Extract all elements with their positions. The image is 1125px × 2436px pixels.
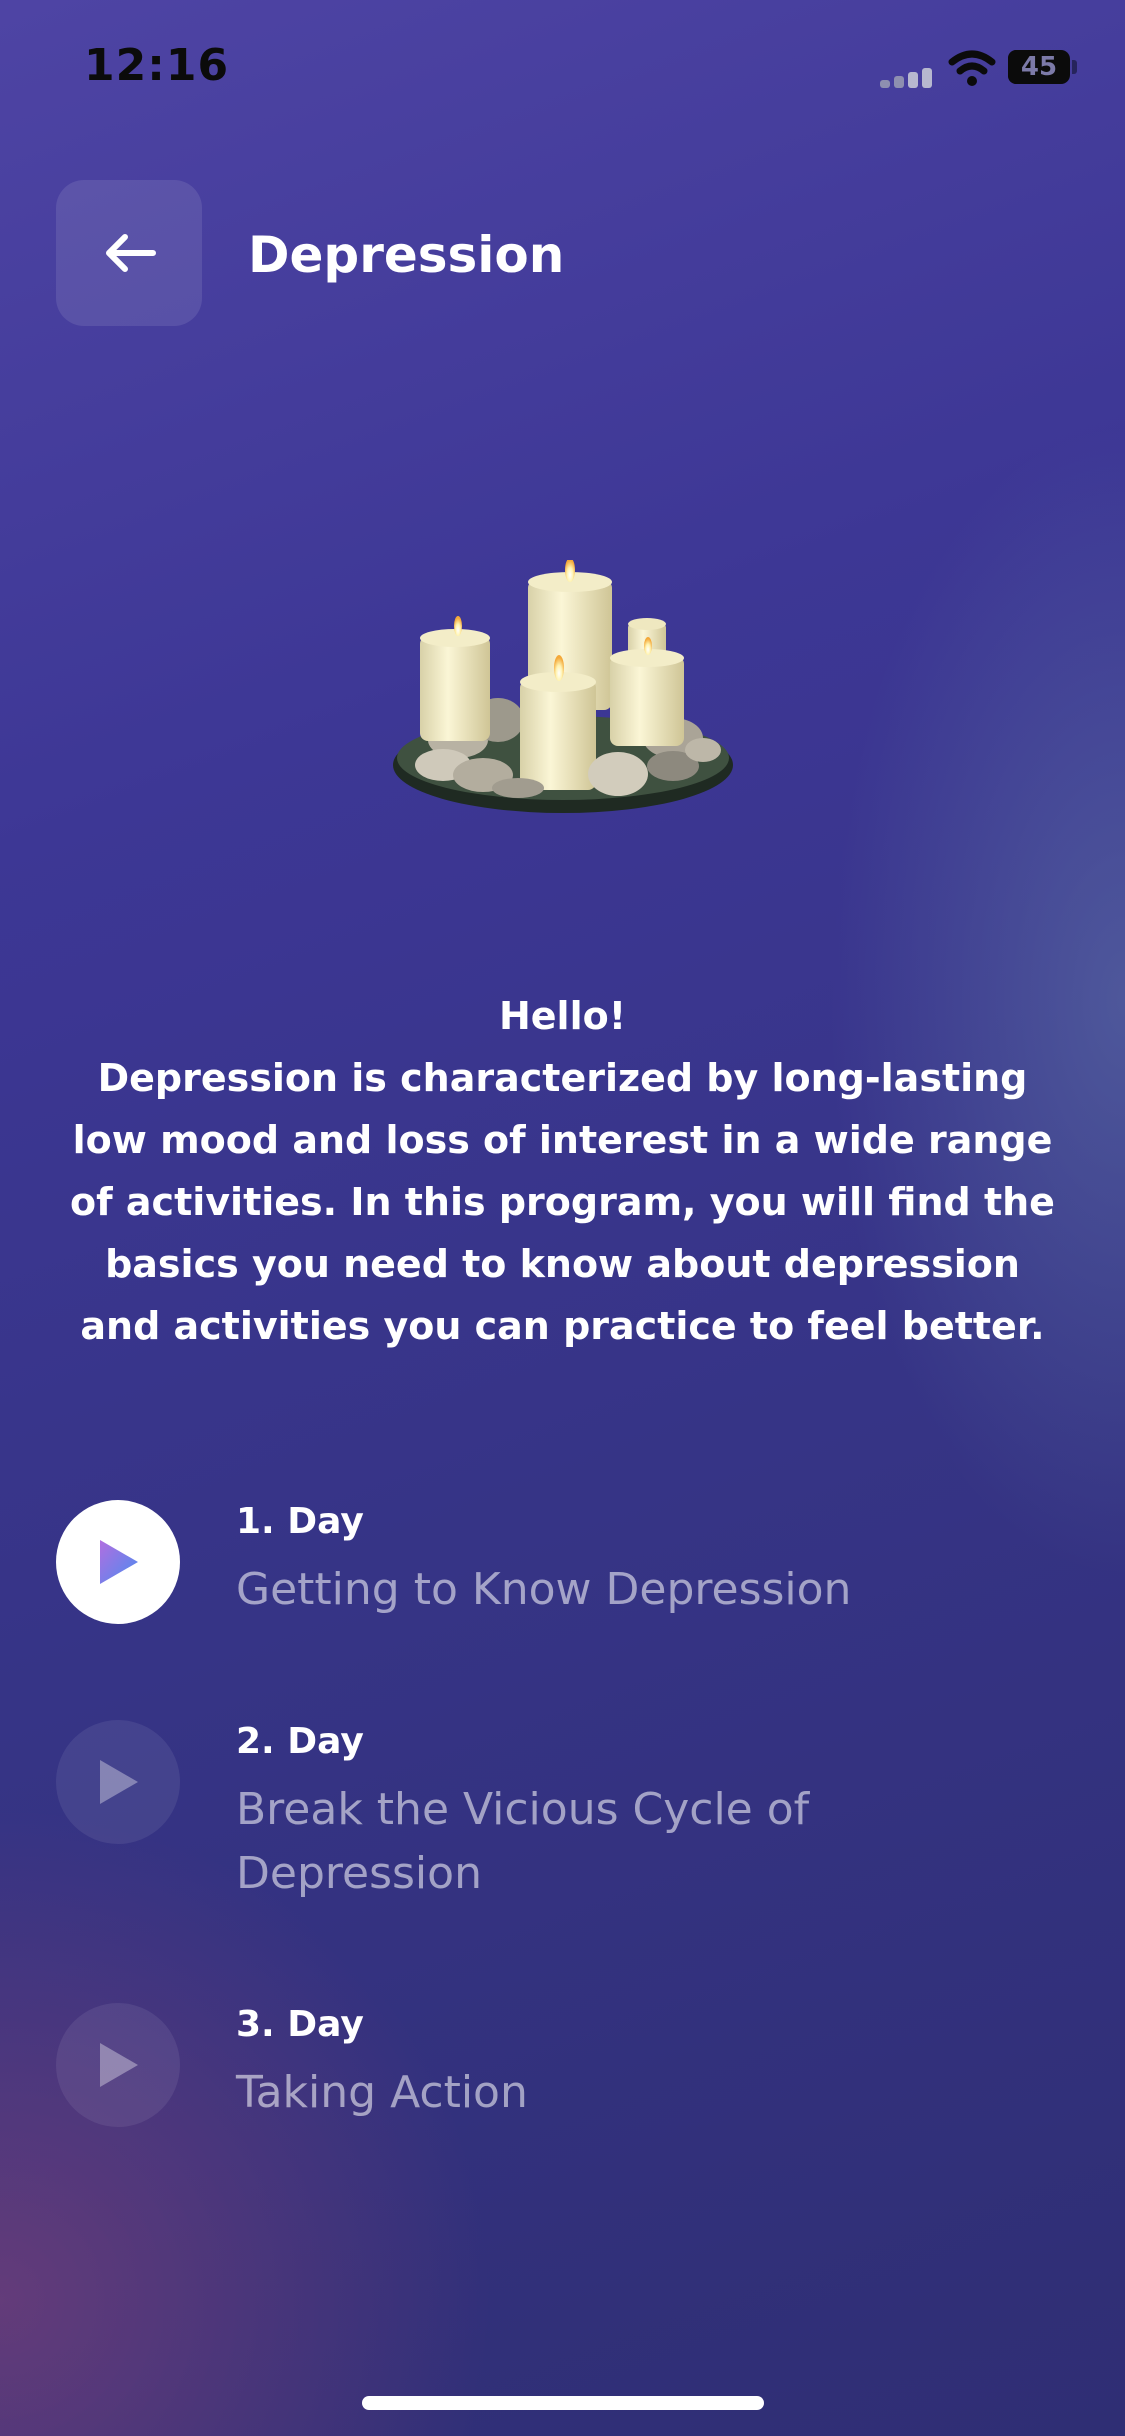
wifi-icon	[948, 50, 996, 86]
play-icon	[100, 1540, 138, 1584]
intro-text: Hello! Depression is characterized by lo…	[60, 985, 1065, 1357]
day-title: Getting to Know Depression	[236, 1564, 852, 1615]
status-time: 12:16	[84, 40, 230, 91]
play-button[interactable]	[56, 1500, 180, 1624]
program-screen: 12:16 45 Depression Hello! Depression is…	[0, 0, 1125, 2436]
day-label: 2. Day	[236, 1721, 364, 1762]
intro-greeting: Hello!	[498, 994, 627, 1038]
page-title: Depression	[248, 226, 565, 284]
arrow-left-icon	[106, 234, 156, 272]
play-button[interactable]	[56, 1720, 180, 1844]
day-title: Break the Vicious Cycle of Depression	[236, 1784, 810, 1899]
home-indicator[interactable]	[362, 2396, 764, 2410]
play-icon	[100, 1760, 138, 1804]
day-label: 1. Day	[236, 1501, 364, 1542]
day-title: Taking Action	[236, 2067, 528, 2118]
battery-cap	[1072, 60, 1077, 74]
play-icon	[100, 2043, 138, 2087]
candles-illustration	[393, 560, 733, 813]
day-label: 3. Day	[236, 2004, 364, 2045]
battery-percent: 45	[1020, 52, 1058, 82]
cellular-signal-icon	[880, 68, 936, 88]
battery-icon: 45	[1008, 50, 1070, 84]
back-button[interactable]	[56, 180, 202, 326]
play-button[interactable]	[56, 2003, 180, 2127]
intro-description: Depression is characterized by long-last…	[70, 1056, 1055, 1348]
